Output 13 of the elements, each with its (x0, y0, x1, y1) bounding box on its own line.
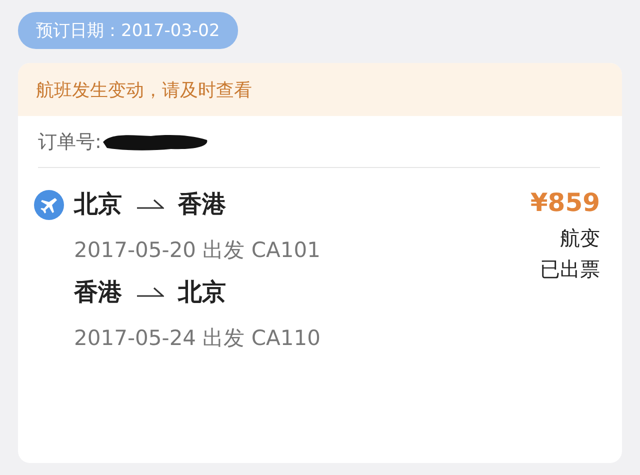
arrival-city: 香港 (178, 189, 226, 220)
flight-detail: 2017-05-24 出发 CA110 (74, 325, 322, 352)
booking-date-badge: 预订日期：2017-03-02 (18, 12, 238, 49)
ticket-status: 航变 (560, 225, 600, 252)
airplane-icon (34, 190, 64, 220)
price: ¥859 (530, 188, 600, 217)
departure-city: 北京 (74, 189, 122, 220)
ticket-status: 已出票 (540, 256, 600, 283)
flight-detail: 2017-05-20 出发 CA101 (74, 237, 322, 264)
order-number-label: 订单号: (38, 130, 102, 155)
arrival-city: 北京 (178, 277, 226, 308)
departure-city: 香港 (74, 277, 122, 308)
change-notice: 航班发生变动，请及时查看 (18, 63, 622, 116)
